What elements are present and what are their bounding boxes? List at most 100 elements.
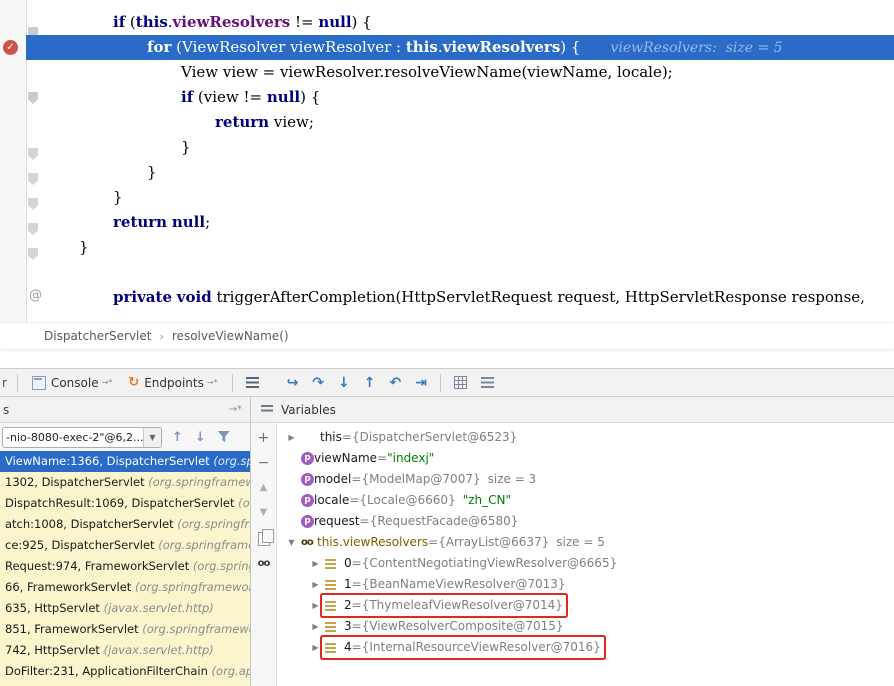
tab-endpoints[interactable]: ↻Endpoints→* [120, 369, 225, 396]
show-watches-icon[interactable]: oo [251, 554, 276, 579]
stack-frame[interactable]: atch:1008, DispatcherServlet (org.spring… [0, 514, 250, 535]
chevron-down-icon[interactable]: ▼ [143, 428, 161, 447]
variable-row[interactable]: prequest = {RequestFacade@6580} [277, 511, 894, 532]
menu-icon[interactable] [246, 377, 259, 388]
stack-frame[interactable]: DispatchResult:1069, DispatcherServlet (… [0, 493, 250, 514]
code-token: return [215, 113, 269, 131]
variable-row[interactable]: ▶4 = {InternalResourceViewResolver@7016} [277, 637, 894, 658]
variables-tree[interactable]: ▶this = {DispatcherServlet@6523}pviewNam… [277, 423, 894, 686]
clipped-tab-label: r [2, 376, 7, 390]
view-options-icon[interactable] [481, 377, 494, 388]
variable-row[interactable]: pmodel = {ModelMap@7007}size = 3 [277, 469, 894, 490]
chevron-collapsed-icon[interactable]: ▶ [285, 427, 298, 448]
hide-frames-filter-icon[interactable] [218, 431, 230, 443]
code-line[interactable]: } [26, 185, 894, 210]
frame-package: (org.spr [213, 454, 250, 468]
variable-row[interactable]: ▶this = {DispatcherServlet@6523} [277, 427, 894, 448]
variable-name: locale [314, 490, 349, 511]
watch-glasses-icon: oo [301, 532, 317, 553]
step-into-icon[interactable]: ↓ [338, 375, 350, 391]
move-up-icon[interactable]: ▲ [251, 477, 276, 502]
chevron-collapsed-icon[interactable]: ▶ [309, 595, 322, 616]
breadcrumb-item-method[interactable]: resolveViewName() [172, 329, 289, 343]
array-element-icon [325, 600, 339, 612]
drop-frame-icon[interactable]: ↶ [390, 375, 402, 391]
equals-sign: = [351, 469, 361, 490]
frame-location: ViewName:1366, DispatcherServlet [5, 454, 213, 468]
equals-sign: = [352, 616, 362, 637]
endpoints-icon: ↻ [128, 375, 139, 390]
add-watch-icon[interactable]: + [251, 427, 276, 452]
parameter-icon: p [301, 494, 314, 507]
toolbar-separator [17, 374, 18, 392]
stack-frame[interactable]: ce:925, DispatcherServlet (org.springfra… [0, 535, 250, 556]
next-frame-icon[interactable]: ↓ [195, 430, 206, 445]
thread-selector[interactable]: -nio-8080-exec-2"@6,2... ▼ [2, 427, 162, 448]
frames-list[interactable]: ViewName:1366, DispatcherServlet (org.sp… [0, 451, 250, 686]
inline-debug-hint: viewResolvers: size = 5 [610, 40, 782, 56]
variables-menu-icon[interactable] [261, 405, 273, 414]
variables-panel: Variables +−▲▼oo ▶this = {DispatcherServ… [251, 397, 894, 686]
code-line[interactable]: View view = viewResolver.resolveViewName… [26, 60, 894, 85]
chevron-collapsed-icon[interactable]: ▶ [309, 553, 322, 574]
code-line[interactable]: if (this.viewResolvers != null) { [26, 10, 894, 35]
move-down-icon[interactable]: ▼ [251, 502, 276, 527]
layout-grid-icon[interactable] [454, 376, 467, 389]
verified-breakpoint-icon[interactable]: ✓ [3, 40, 18, 55]
step-over-icon[interactable]: ↷ [312, 375, 324, 391]
code-token: } [181, 138, 191, 156]
code-line[interactable]: } [26, 235, 894, 260]
stack-frame[interactable]: 851, FrameworkServlet (org.springframewo [0, 619, 250, 640]
variable-row[interactable]: ▶1 = {BeanNameViewResolver@7013} [277, 574, 894, 595]
code-line[interactable]: } [26, 160, 894, 185]
variable-content: pviewName = "indexj" [298, 448, 437, 469]
duplicate-watch-icon[interactable] [258, 532, 270, 546]
stack-frame[interactable]: 635, HttpServlet (javax.servlet.http) [0, 598, 250, 619]
frames-tools: ↑↓ [172, 430, 230, 445]
code-token: View view = viewResolver.resolveViewName… [181, 63, 673, 81]
remove-watch-icon[interactable]: − [251, 452, 276, 477]
code-line[interactable] [26, 260, 894, 285]
variable-row[interactable]: ▼oothis.viewResolvers = {ArrayList@6637}… [277, 532, 894, 553]
stack-frame[interactable]: 1302, DispatcherServlet (org.springframe… [0, 472, 250, 493]
chevron-expanded-icon[interactable]: ▼ [285, 532, 298, 553]
run-to-cursor-icon[interactable]: ⇥ [415, 375, 427, 391]
variable-content: 1 = {BeanNameViewResolver@7013} [322, 574, 569, 595]
stack-frame[interactable]: DoFilter:231, ApplicationFilterChain (or… [0, 661, 250, 682]
frame-location: 66, FrameworkServlet [5, 580, 135, 594]
chevron-collapsed-icon[interactable]: ▶ [309, 637, 322, 658]
code-line[interactable]: return null; [26, 210, 894, 235]
chevron-collapsed-icon[interactable]: ▶ [309, 574, 322, 595]
code-token: ) { [560, 38, 580, 56]
variable-row[interactable]: ▶2 = {ThymeleafViewResolver@7014} [277, 595, 894, 616]
stack-frame[interactable]: 742, HttpServlet (javax.servlet.http) [0, 640, 250, 661]
variable-name: 4 [344, 637, 352, 658]
frame-location: 635, HttpServlet [5, 601, 104, 615]
code-line[interactable]: if (view != null) { [26, 85, 894, 110]
show-execution-point-icon[interactable]: ↪ [287, 375, 299, 391]
frame-package: (org. [238, 496, 250, 510]
chevron-collapsed-icon[interactable]: ▶ [309, 616, 322, 637]
variable-row[interactable]: ▶0 = {ContentNegotiatingViewResolver@666… [277, 553, 894, 574]
code-line[interactable]: private void triggerAfterCompletion(Http… [26, 285, 894, 310]
breadcrumb-item-class[interactable]: DispatcherServlet [44, 329, 151, 343]
execution-line[interactable]: for (ViewResolver viewResolver : this.vi… [26, 35, 894, 60]
stack-frame[interactable]: 66, FrameworkServlet (org.springframewor [0, 577, 250, 598]
code-line[interactable]: return view; [26, 110, 894, 135]
code-token: (ViewResolver viewResolver : [171, 38, 406, 56]
code-token: viewResolvers [443, 38, 561, 56]
frames-pin-icon[interactable]: →* [229, 404, 242, 415]
prev-frame-icon[interactable]: ↑ [172, 430, 183, 445]
parameter-icon: p [301, 452, 314, 465]
variable-row[interactable]: plocale = {Locale@6660}"zh_CN" [277, 490, 894, 511]
step-out-icon[interactable]: ↑ [364, 375, 376, 391]
stack-frame[interactable]: ViewName:1366, DispatcherServlet (org.sp… [0, 451, 250, 472]
variable-row[interactable]: pviewName = "indexj" [277, 448, 894, 469]
frame-package: (javax.servlet.http) [104, 643, 214, 657]
code-lines[interactable]: if (this.viewResolvers != null) {for (Vi… [26, 10, 894, 310]
tab-console[interactable]: Console→* [24, 369, 120, 396]
stack-frame[interactable]: Request:974, FrameworkServlet (org.sprin… [0, 556, 250, 577]
code-line[interactable]: } [26, 135, 894, 160]
variable-row[interactable]: ▶3 = {ViewResolverComposite@7015} [277, 616, 894, 637]
array-element-icon [325, 558, 339, 570]
